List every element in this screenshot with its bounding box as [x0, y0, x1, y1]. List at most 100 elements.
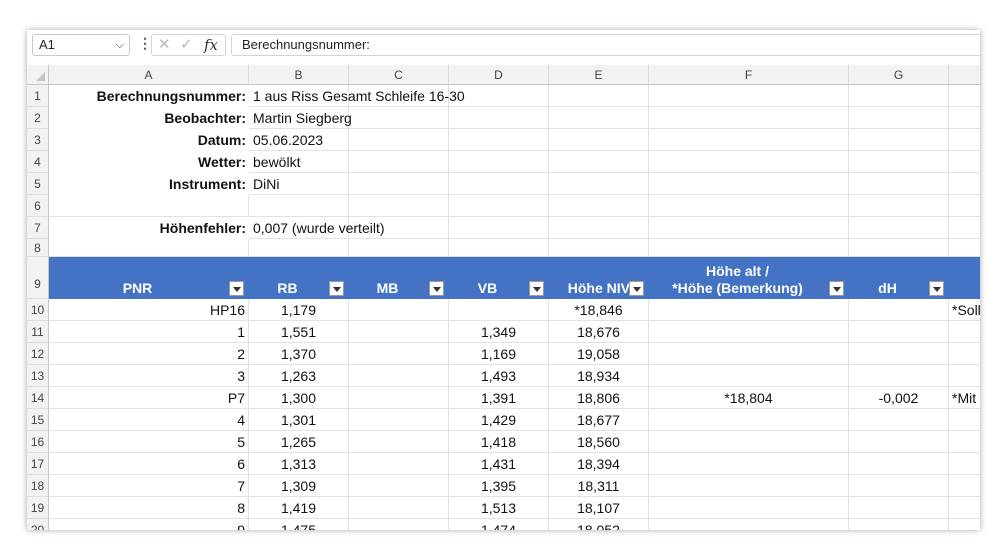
filter-dropdown-icon[interactable] — [229, 281, 244, 296]
table-cell-h[interactable] — [949, 409, 980, 431]
table-cell-h[interactable] — [949, 365, 980, 387]
grid-cell[interactable] — [849, 239, 949, 257]
column-header-b[interactable]: B — [249, 65, 349, 85]
grid-cell[interactable] — [949, 239, 980, 257]
row-header-19[interactable]: 19 — [27, 497, 49, 519]
row-header-1[interactable]: 1 — [27, 85, 49, 107]
table-cell-alt[interactable] — [649, 475, 849, 497]
table-cell-pnr[interactable]: P7 — [49, 387, 249, 409]
table-cell-mb[interactable] — [349, 497, 449, 519]
filter-dropdown-icon[interactable] — [629, 281, 644, 296]
grid-cell[interactable] — [649, 239, 849, 257]
column-header-e[interactable]: E — [549, 65, 649, 85]
table-cell-pnr[interactable]: 7 — [49, 475, 249, 497]
table-cell-pnr[interactable]: 4 — [49, 409, 249, 431]
table-cell-rb[interactable]: 1,419 — [249, 497, 349, 519]
table-cell-rb[interactable]: 1,265 — [249, 431, 349, 453]
table-cell-mb[interactable] — [349, 387, 449, 409]
row-header-17[interactable]: 17 — [27, 453, 49, 475]
table-cell-h[interactable]: *Mit — [949, 387, 980, 409]
table-cell-dh[interactable] — [849, 519, 949, 530]
table-cell-h[interactable] — [949, 497, 980, 519]
table-cell-h[interactable] — [949, 431, 980, 453]
row-header-4[interactable]: 4 — [27, 151, 49, 173]
grid-cell[interactable] — [949, 217, 980, 239]
row-header-8[interactable]: 8 — [27, 239, 49, 257]
table-cell-niv[interactable]: 18,677 — [549, 409, 649, 431]
table-cell-niv[interactable]: 18,107 — [549, 497, 649, 519]
table-cell-pnr[interactable]: 9 — [49, 519, 249, 530]
filter-dropdown-icon[interactable] — [829, 281, 844, 296]
filter-dropdown-icon[interactable] — [929, 281, 944, 296]
table-header-hoehe-alt[interactable] — [949, 257, 980, 299]
grid-cell[interactable] — [49, 239, 249, 257]
grid-cell[interactable] — [549, 239, 649, 257]
table-cell-h[interactable]: *Soll — [949, 299, 980, 321]
grid-cell[interactable] — [549, 195, 649, 217]
grid-cell[interactable] — [649, 107, 849, 129]
grid-cell[interactable] — [249, 239, 349, 257]
grid-cell[interactable] — [949, 85, 980, 107]
table-cell-dh[interactable]: -0,002 — [849, 387, 949, 409]
table-cell-mb[interactable] — [349, 299, 449, 321]
grid-cell[interactable] — [249, 195, 349, 217]
table-cell-dh[interactable] — [849, 365, 949, 387]
column-header-a[interactable]: A — [49, 65, 249, 85]
grid-cell[interactable] — [849, 173, 949, 195]
table-cell-vb[interactable]: 1,395 — [449, 475, 549, 497]
table-cell-h[interactable] — [949, 519, 980, 530]
grid-cell[interactable] — [649, 195, 849, 217]
table-cell-mb[interactable] — [349, 343, 449, 365]
table-cell-alt[interactable] — [649, 365, 849, 387]
row-header-18[interactable]: 18 — [27, 475, 49, 497]
table-cell-pnr[interactable]: 6 — [49, 453, 249, 475]
table-header-hoehe-alt[interactable]: Höhe alt / *Höhe (Bemerkung) — [649, 257, 849, 299]
filter-dropdown-icon[interactable] — [429, 281, 444, 296]
grid-cell[interactable] — [849, 129, 949, 151]
column-header-h[interactable] — [949, 65, 980, 85]
grid-cell[interactable] — [949, 195, 980, 217]
grid-cell[interactable] — [849, 151, 949, 173]
table-cell-vb[interactable]: 1,474 — [449, 519, 549, 530]
table-cell-alt[interactable] — [649, 409, 849, 431]
grid-cell[interactable] — [849, 217, 949, 239]
table-cell-dh[interactable] — [849, 299, 949, 321]
table-cell-mb[interactable] — [349, 321, 449, 343]
table-cell-alt[interactable] — [649, 497, 849, 519]
table-cell-rb[interactable]: 1,309 — [249, 475, 349, 497]
table-cell-vb[interactable]: 1,349 — [449, 321, 549, 343]
insert-function-icon[interactable]: fx — [204, 35, 218, 55]
table-cell-vb[interactable]: 1,418 — [449, 431, 549, 453]
table-cell-niv[interactable]: 18,052 — [549, 519, 649, 530]
table-cell-dh[interactable] — [849, 497, 949, 519]
grid-cell[interactable] — [649, 151, 849, 173]
table-cell-pnr[interactable]: 5 — [49, 431, 249, 453]
table-cell-dh[interactable] — [849, 475, 949, 497]
row-header-2[interactable]: 2 — [27, 107, 49, 129]
table-cell-niv[interactable]: 18,934 — [549, 365, 649, 387]
grid-cell[interactable] — [849, 85, 949, 107]
grid-cell[interactable] — [449, 195, 549, 217]
row-header-12[interactable]: 12 — [27, 343, 49, 365]
grid-cell[interactable] — [649, 85, 849, 107]
table-cell-pnr[interactable]: 3 — [49, 365, 249, 387]
row-header-13[interactable]: 13 — [27, 365, 49, 387]
table-cell-vb[interactable]: 1,169 — [449, 343, 549, 365]
table-header-mb[interactable]: MB — [349, 257, 449, 299]
table-cell-mb[interactable] — [349, 431, 449, 453]
table-header-hoehe_niv[interactable]: Höhe NIV — [549, 257, 649, 299]
grid-cell[interactable] — [949, 129, 980, 151]
formula-input[interactable]: Berechnungsnummer: — [231, 34, 980, 56]
table-cell-h[interactable] — [949, 475, 980, 497]
table-header-pnr[interactable]: PNR — [49, 257, 249, 299]
table-cell-vb[interactable]: 1,431 — [449, 453, 549, 475]
grid-cell[interactable] — [949, 151, 980, 173]
more-options-icon[interactable]: ⋮ — [138, 35, 152, 52]
grid-cell[interactable] — [949, 173, 980, 195]
table-cell-vb[interactable]: 1,391 — [449, 387, 549, 409]
table-cell-vb[interactable]: 1,493 — [449, 365, 549, 387]
table-cell-alt[interactable] — [649, 343, 849, 365]
table-cell-niv[interactable]: *18,846 — [549, 299, 649, 321]
row-header-9[interactable]: 9 — [27, 257, 49, 299]
table-cell-rb[interactable]: 1,313 — [249, 453, 349, 475]
